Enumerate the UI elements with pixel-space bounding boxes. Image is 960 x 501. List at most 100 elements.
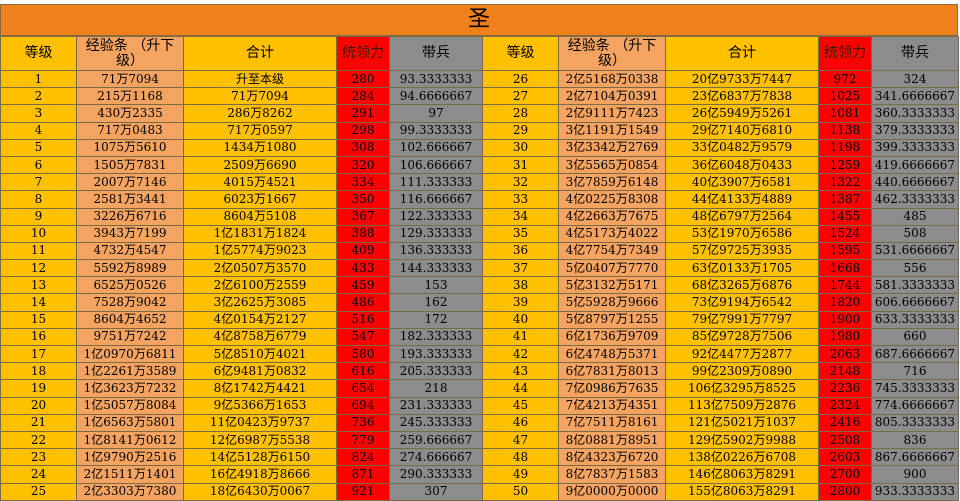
- cell-level[interactable]: 9: [0, 207, 77, 226]
- cell-total[interactable]: 79亿7991万7797: [665, 310, 819, 329]
- cell-leadership[interactable]: 367: [336, 207, 390, 226]
- cell-level[interactable]: 13: [0, 276, 77, 295]
- cell-level[interactable]: 14: [0, 293, 77, 312]
- cell-leadership[interactable]: 1322: [818, 173, 872, 192]
- cell-troops[interactable]: 341.6666667: [871, 87, 959, 106]
- cell-total[interactable]: 146亿8063万8291: [665, 465, 819, 484]
- cell-level[interactable]: 27: [482, 87, 559, 106]
- cell-exp[interactable]: 5亿5928万9666: [558, 293, 666, 312]
- cell-troops[interactable]: 162: [389, 293, 483, 312]
- cell-exp[interactable]: 5592万8989: [76, 259, 184, 278]
- cell-level[interactable]: 45: [482, 396, 559, 415]
- cell-level[interactable]: 15: [0, 310, 77, 329]
- cell-total[interactable]: 155亿8063万8291: [665, 482, 819, 501]
- cell-troops[interactable]: 218: [389, 379, 483, 398]
- cell-total[interactable]: 6亿9481万0832: [183, 362, 337, 381]
- cell-troops[interactable]: 508: [871, 224, 959, 243]
- cell-leadership[interactable]: 2603: [818, 448, 872, 467]
- cell-total[interactable]: 113亿7509万2876: [665, 396, 819, 415]
- header-level[interactable]: 等级: [482, 36, 559, 71]
- cell-level[interactable]: 25: [0, 482, 77, 501]
- header-leadership[interactable]: 统领力: [818, 36, 872, 71]
- cell-level[interactable]: 5: [0, 138, 77, 157]
- cell-troops[interactable]: 660: [871, 327, 959, 347]
- cell-total[interactable]: 53亿1970万6586: [665, 224, 819, 243]
- cell-total[interactable]: 3亿2625万3085: [183, 293, 337, 312]
- cell-leadership[interactable]: 284: [336, 87, 390, 106]
- cell-troops[interactable]: 93.3333333: [389, 69, 483, 89]
- cell-exp[interactable]: 8亿4323万6720: [558, 448, 666, 467]
- cell-troops[interactable]: 116.666667: [389, 190, 483, 209]
- cell-exp[interactable]: 8亿0881万8951: [558, 430, 666, 450]
- cell-leadership[interactable]: 871: [336, 465, 390, 484]
- cell-exp[interactable]: 1亿5057万8084: [76, 396, 184, 415]
- cell-exp[interactable]: 7亿0986万7635: [558, 379, 666, 398]
- cell-total[interactable]: 40亿3907万6581: [665, 173, 819, 192]
- cell-troops[interactable]: 324: [871, 69, 959, 89]
- cell-leadership[interactable]: 1259: [818, 155, 872, 175]
- cell-troops[interactable]: 274.666667: [389, 448, 483, 467]
- cell-exp[interactable]: 5亿8797万1255: [558, 310, 666, 329]
- cell-exp[interactable]: 8亿7837万1583: [558, 465, 666, 484]
- cell-total[interactable]: 29亿7140万6810: [665, 121, 819, 140]
- cell-troops[interactable]: 259.666667: [389, 430, 483, 450]
- cell-leadership[interactable]: 2800: [818, 482, 872, 501]
- cell-total[interactable]: 33亿0482万9579: [665, 138, 819, 157]
- cell-leadership[interactable]: 972: [818, 69, 872, 89]
- cell-exp[interactable]: 2007万7146: [76, 173, 184, 192]
- cell-exp[interactable]: 717万0483: [76, 121, 184, 140]
- cell-total[interactable]: 1亿5774万9023: [183, 241, 337, 261]
- cell-troops[interactable]: 419.6666667: [871, 155, 959, 175]
- cell-level[interactable]: 37: [482, 259, 559, 278]
- header-troops[interactable]: 带兵: [871, 36, 959, 71]
- cell-troops[interactable]: 399.3333333: [871, 138, 959, 157]
- cell-level[interactable]: 24: [0, 465, 77, 484]
- cell-troops[interactable]: 716: [871, 362, 959, 381]
- cell-leadership[interactable]: 433: [336, 259, 390, 278]
- cell-troops[interactable]: 97: [389, 104, 483, 123]
- header-level[interactable]: 等级: [0, 36, 77, 71]
- cell-troops[interactable]: 182.333333: [389, 327, 483, 347]
- cell-troops[interactable]: 745.3333333: [871, 379, 959, 398]
- cell-leadership[interactable]: 1744: [818, 276, 872, 295]
- cell-exp[interactable]: 2亿9111万7423: [558, 104, 666, 123]
- cell-level[interactable]: 7: [0, 173, 77, 192]
- cell-leadership[interactable]: 280: [336, 69, 390, 89]
- cell-leadership[interactable]: 1820: [818, 293, 872, 312]
- cell-total[interactable]: 71万7094: [183, 87, 337, 106]
- cell-total[interactable]: 106亿3295万8525: [665, 379, 819, 398]
- cell-troops[interactable]: 581.3333333: [871, 276, 959, 295]
- cell-exp[interactable]: 430万2335: [76, 104, 184, 123]
- cell-troops[interactable]: 153: [389, 276, 483, 295]
- cell-exp[interactable]: 2581万3441: [76, 190, 184, 209]
- cell-exp[interactable]: 6525万0526: [76, 276, 184, 295]
- cell-troops[interactable]: 122.333333: [389, 207, 483, 226]
- header-exp[interactable]: 经验条 （升下级）: [76, 36, 184, 71]
- cell-total[interactable]: 14亿5128万6150: [183, 448, 337, 467]
- cell-total[interactable]: 121亿5021万1037: [665, 413, 819, 432]
- cell-level[interactable]: 19: [0, 379, 77, 398]
- cell-exp[interactable]: 1亿0970万6811: [76, 344, 184, 364]
- cell-total[interactable]: 12亿6987万5538: [183, 430, 337, 450]
- cell-leadership[interactable]: 1198: [818, 138, 872, 157]
- cell-leadership[interactable]: 2508: [818, 430, 872, 450]
- cell-total[interactable]: 16亿4918万8666: [183, 465, 337, 484]
- cell-leadership[interactable]: 334: [336, 173, 390, 192]
- cell-leadership[interactable]: 1900: [818, 310, 872, 329]
- cell-leadership[interactable]: 616: [336, 362, 390, 381]
- cell-level[interactable]: 34: [482, 207, 559, 226]
- cell-leadership[interactable]: 921: [336, 482, 390, 501]
- cell-level[interactable]: 43: [482, 362, 559, 381]
- cell-level[interactable]: 1: [0, 69, 77, 89]
- cell-leadership[interactable]: 694: [336, 396, 390, 415]
- cell-level[interactable]: 28: [482, 104, 559, 123]
- cell-troops[interactable]: 144.333333: [389, 259, 483, 278]
- cell-total[interactable]: 8亿1742万4421: [183, 379, 337, 398]
- cell-exp[interactable]: 8604万4652: [76, 310, 184, 329]
- cell-total[interactable]: 5亿8510万4021: [183, 344, 337, 364]
- cell-total[interactable]: 85亿9728万7506: [665, 327, 819, 347]
- cell-leadership[interactable]: 547: [336, 327, 390, 347]
- cell-exp[interactable]: 1亿8141万0612: [76, 430, 184, 450]
- cell-leadership[interactable]: 298: [336, 121, 390, 140]
- cell-leadership[interactable]: 736: [336, 413, 390, 432]
